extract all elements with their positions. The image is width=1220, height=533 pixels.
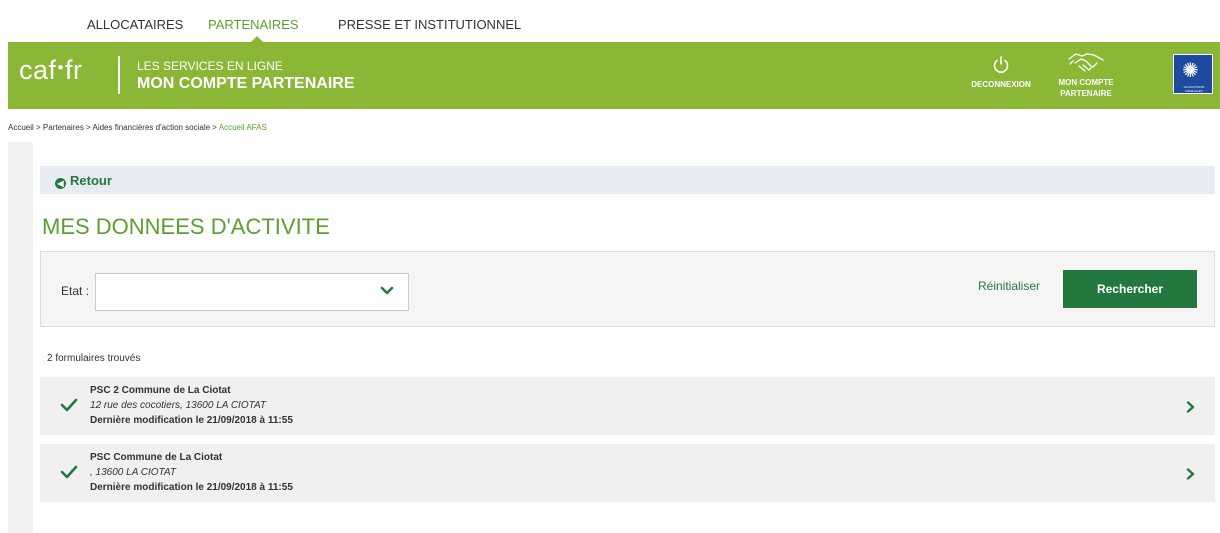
check-icon — [60, 398, 78, 412]
search-button[interactable]: Rechercher — [1063, 270, 1197, 308]
top-navigation: ALLOCATAIRES PARTENAIRES PRESSE ET INSTI… — [0, 0, 1220, 42]
partner-account-button[interactable]: MON COMPTE PARTENAIRE — [1056, 51, 1116, 99]
chevron-right-icon — [1186, 401, 1195, 413]
result-address: 12 rue des cocotiers, 13600 LA CIOTAT — [90, 400, 267, 411]
partner-account-label-1: MON COMPTE — [1058, 78, 1114, 87]
page-title: MES DONNEES D'ACTIVITE — [42, 214, 330, 239]
left-side-strip — [8, 142, 33, 533]
power-icon — [993, 56, 1009, 73]
logout-label: DECONNEXION — [971, 80, 1031, 89]
nav-presse-institutionnel[interactable]: PRESSE ET INSTITUTIONNEL — [338, 17, 521, 32]
header-title: MON COMPTE PARTENAIRE — [137, 75, 355, 92]
result-modified: Dernière modification le 21/09/2018 à 11… — [90, 482, 293, 493]
reset-link[interactable]: Réinitialiser — [978, 279, 1040, 293]
allocations-familiales-logo: ✺ ALLOCATIONS FAMILIALES — [1173, 54, 1213, 94]
emblem-icon: ✺ — [1182, 60, 1199, 82]
breadcrumb-current: Accueil AFAS — [218, 123, 267, 132]
result-title: PSC 2 Commune de La Ciotat — [90, 385, 231, 396]
result-row[interactable]: PSC Commune de La Ciotat , 13600 LA CIOT… — [40, 444, 1215, 502]
result-title: PSC Commune de La Ciotat — [90, 452, 223, 463]
result-modified: Dernière modification le 21/09/2018 à 11… — [90, 415, 293, 426]
flag-caption: ALLOCATIONS FAMILIALES — [1183, 85, 1205, 93]
back-button[interactable]: ◀ Retour — [40, 166, 1215, 194]
breadcrumb-path[interactable]: Accueil > Partenaires > Aides financière… — [8, 123, 219, 132]
header-banner: caf•fr LES SERVICES EN LIGNE MON COMPTE … — [8, 42, 1220, 109]
chevron-down-icon — [380, 286, 394, 295]
handshake-icon — [1068, 53, 1104, 72]
nav-allocataires[interactable]: ALLOCATAIRES — [87, 17, 183, 32]
logout-button[interactable]: DECONNEXION — [966, 55, 1036, 90]
check-icon — [60, 465, 78, 479]
back-label: Retour — [70, 173, 112, 188]
results-count: 2 formulaires trouvés — [47, 353, 141, 364]
caf-logo[interactable]: caf•fr — [19, 55, 82, 86]
etat-select[interactable] — [95, 273, 409, 311]
nav-partenaires[interactable]: PARTENAIRES — [208, 17, 299, 32]
result-address: , 13600 LA CIOTAT — [90, 467, 176, 478]
header-separator — [118, 56, 120, 94]
header-subtitle: LES SERVICES EN LIGNE — [137, 59, 283, 73]
chevron-right-icon — [1186, 468, 1195, 480]
filter-panel: Etat : Réinitialiser Rechercher — [40, 251, 1215, 327]
arrow-left-circle-icon: ◀ — [55, 178, 66, 189]
etat-label: Etat : — [61, 284, 90, 298]
partner-account-label-2: PARTENAIRE — [1060, 89, 1112, 98]
breadcrumb: Accueil > Partenaires > Aides financière… — [8, 123, 267, 132]
result-row[interactable]: PSC 2 Commune de La Ciotat 12 rue des co… — [40, 377, 1215, 435]
